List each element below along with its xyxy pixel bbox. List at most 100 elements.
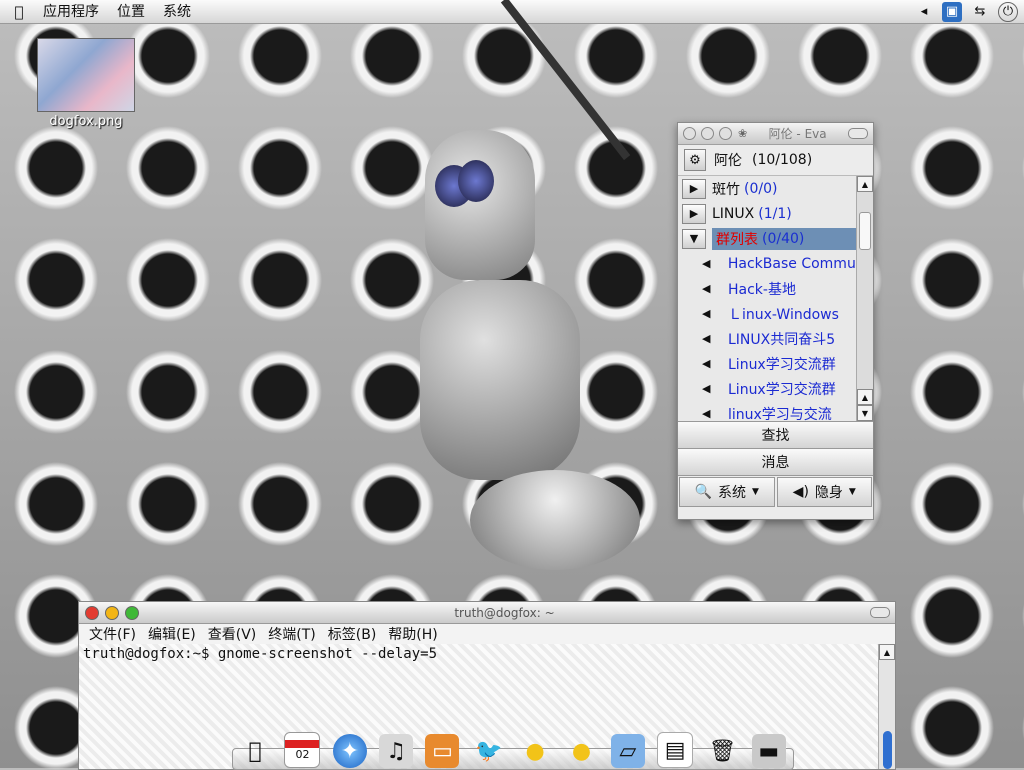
folder-icon[interactable]: ▱ — [610, 734, 645, 768]
eva-user-header: ⚙ 阿伦 (10/108) — [678, 145, 873, 176]
bird-icon[interactable]: 🐦 — [472, 734, 506, 768]
group-count: (0/0) — [744, 180, 778, 197]
chat-group-name: linux学习与交流 — [728, 406, 832, 422]
search-button[interactable]: 查找 — [678, 421, 873, 448]
menu-tabs[interactable]: 标签(B) — [324, 624, 385, 644]
desktop-file-label: dogfox.png — [49, 114, 123, 129]
eva-user-name: 阿伦 — [714, 153, 742, 169]
speaker-icon: ◀) — [792, 484, 809, 500]
list-item[interactable]: ◀ HackBase Communit — [678, 251, 873, 276]
speaker-icon: ◀ — [702, 382, 711, 395]
expand-arrow-icon[interactable]: ▶ — [682, 178, 706, 199]
chat-group-name: LINUX共同奋斗5 — [728, 331, 836, 348]
toolbar-toggle-button[interactable] — [848, 128, 868, 139]
terminal-command-line: truth@dogfox:~$ gnome-screenshot --delay… — [83, 646, 438, 662]
list-item[interactable]: ◀ Ｌinux-Windows — [678, 301, 873, 326]
image-thumbnail-icon — [37, 38, 135, 112]
menu-file[interactable]: 文件(F) — [85, 624, 144, 644]
minimize-button[interactable] — [701, 127, 714, 140]
group-count: (1/1) — [758, 205, 792, 222]
apple-icon[interactable]:  — [238, 734, 272, 768]
close-button[interactable] — [85, 605, 99, 620]
zoom-button[interactable] — [719, 127, 732, 140]
messages-button[interactable]: 消息 — [678, 448, 873, 475]
calendar-icon[interactable]: 02 — [284, 732, 321, 768]
eva-titlebar[interactable]: ❀ 阿伦 - Eva — [678, 123, 873, 145]
presentation-icon[interactable]: ▭ — [425, 734, 460, 768]
terminal-scrollbar[interactable]: ▲ — [878, 644, 895, 769]
chevron-down-icon: ▼ — [752, 487, 759, 497]
tree-group-row-selected[interactable]: ▼ 群列表 (0/40) — [678, 226, 873, 251]
menu-system[interactable]: 系统 — [154, 0, 200, 24]
eva-title: 阿伦 - Eva — [768, 127, 827, 141]
power-icon[interactable]: ⏻ — [998, 1, 1018, 22]
group-name: 斑竹 — [712, 181, 740, 198]
chart-icon[interactable]: ▤ — [657, 732, 694, 768]
safari-icon[interactable]: ✦ — [332, 734, 367, 768]
list-item[interactable]: ◀ Hack-基地 — [678, 276, 873, 301]
close-button[interactable] — [683, 127, 696, 140]
menu-applications[interactable]: 应用程序 — [34, 0, 108, 24]
left-arrow-icon[interactable]: ◂ — [914, 2, 934, 22]
network-icon[interactable]: ⇆ — [970, 2, 990, 22]
apple-menu-icon[interactable]:  — [10, 3, 28, 21]
menu-terminal[interactable]: 终端(T) — [264, 624, 323, 644]
eva-bottom-bar: 🔍 系统 ▼ ◀) 隐身 ▼ — [678, 475, 873, 508]
duck-icon[interactable]: ● — [518, 734, 552, 768]
gear-icon[interactable]: ⚙ — [684, 149, 706, 171]
scroll-up-arrow-icon[interactable]: ▲ — [857, 389, 873, 405]
terminal-title: truth@dogfox: ~ — [454, 605, 555, 620]
chat-group-name: Linux学习交流群 — [728, 381, 836, 398]
screenshot-icon[interactable]: ▣ — [942, 1, 962, 22]
menu-help[interactable]: 帮助(H) — [384, 624, 445, 644]
eva-user-count: (10/108) — [752, 152, 813, 168]
speaker-icon: ◀ — [702, 257, 711, 270]
expand-arrow-icon[interactable]: ▶ — [682, 203, 706, 224]
zoom-button[interactable] — [125, 605, 139, 620]
scrollbar-thumb[interactable] — [859, 212, 871, 250]
status-menu-button[interactable]: ◀) 隐身 ▼ — [776, 477, 872, 507]
list-item[interactable]: ◀ Linux学习交流群 — [678, 351, 873, 376]
group-name: 群列表 — [716, 231, 758, 248]
contact-scrollbar[interactable]: ▲ ▲ ▼ — [856, 176, 873, 421]
menu-places[interactable]: 位置 — [108, 0, 154, 24]
group-count: (0/40) — [762, 230, 805, 247]
trash-icon[interactable]: 🗑 — [705, 734, 739, 768]
chat-group-name: Linux学习交流群 — [728, 356, 836, 373]
list-item[interactable]: ◀ linux学习与交流 — [678, 401, 873, 422]
eva-window: ❀ 阿伦 - Eva ⚙ 阿伦 (10/108) ▶ 斑竹 (0/0) ▶ LI… — [677, 122, 874, 520]
menu-view[interactable]: 查看(V) — [204, 624, 265, 644]
menu-edit[interactable]: 编辑(E) — [144, 624, 204, 644]
itunes-icon[interactable]: ♫ — [379, 734, 414, 768]
chat-group-name: HackBase Communit — [727, 255, 873, 272]
chat-group-name: Ｌinux-Windows — [728, 306, 839, 323]
toolbar-toggle-button[interactable] — [870, 607, 890, 618]
system-menu-button[interactable]: 🔍 系统 ▼ — [679, 477, 775, 507]
dock:  02 ✦ ♫ ▭ 🐦 ● ● ▱ ▤ 🗑 ▬ — [232, 716, 792, 768]
collapse-arrow-icon[interactable]: ▼ — [682, 228, 706, 249]
search-icon: 🔍 — [694, 484, 712, 500]
wallpaper-robot-pole — [500, 0, 631, 161]
list-item[interactable]: ◀ LINUX共同奋斗5 — [678, 326, 873, 351]
system-tray: ◂ ▣ ⇆ ⏻ — [914, 1, 1024, 22]
paw-icon: ❀ — [738, 127, 748, 140]
scroll-up-arrow-icon[interactable]: ▲ — [857, 176, 873, 192]
drive-icon[interactable]: ▬ — [751, 734, 786, 768]
scroll-down-arrow-icon[interactable]: ▼ — [857, 405, 873, 421]
terminal-menubar: 文件(F) 编辑(E) 查看(V) 终端(T) 标签(B) 帮助(H) — [79, 624, 895, 644]
minimize-button[interactable] — [105, 605, 119, 620]
list-item[interactable]: ◀ Linux学习交流群 — [678, 376, 873, 401]
speaker-icon: ◀ — [702, 332, 711, 345]
speaker-icon: ◀ — [702, 357, 711, 370]
contact-tree: ▶ 斑竹 (0/0) ▶ LINUX (1/1) ▼ 群列表 (0/40) ◀ … — [678, 176, 873, 421]
scroll-up-arrow-icon[interactable]: ▲ — [879, 644, 895, 660]
chevron-down-icon: ▼ — [848, 487, 856, 497]
desktop-file-icon[interactable]: dogfox.png — [36, 38, 136, 129]
terminal-titlebar[interactable]: truth@dogfox: ~ — [79, 602, 895, 624]
duck-icon[interactable]: ● — [564, 734, 598, 768]
scrollbar-thumb[interactable] — [883, 731, 892, 769]
tree-group-row[interactable]: ▶ 斑竹 (0/0) — [678, 176, 873, 201]
speaker-icon: ◀ — [702, 407, 711, 420]
status-menu-label: 隐身 — [814, 485, 843, 501]
tree-group-row[interactable]: ▶ LINUX (1/1) — [678, 201, 873, 226]
